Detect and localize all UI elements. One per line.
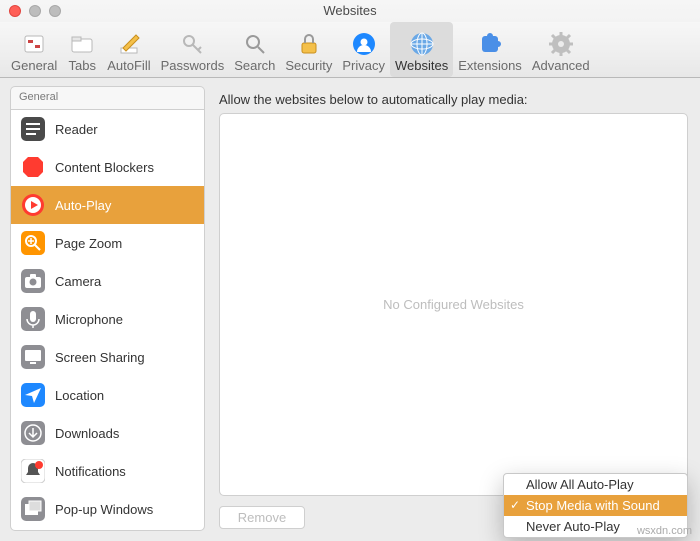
sidebar-item-content-blockers[interactable]: Content Blockers: [11, 148, 204, 186]
sidebar-item-label: Downloads: [55, 426, 119, 441]
sidebar-item-auto-play[interactable]: Auto-Play: [11, 186, 204, 224]
download-icon: [21, 421, 45, 445]
toolbar-privacy[interactable]: Privacy: [337, 22, 390, 77]
toolbar-label: Security: [285, 58, 332, 73]
reader-icon: [21, 117, 45, 141]
titlebar: Websites: [0, 0, 700, 22]
sidebar-item-page-zoom[interactable]: Page Zoom: [11, 224, 204, 262]
globe-icon: [408, 30, 436, 58]
privacy-icon: [350, 30, 378, 58]
toolbar-label: Tabs: [69, 58, 96, 73]
toolbar-general[interactable]: General: [6, 22, 62, 77]
sidebar-item-notifications[interactable]: Notifications: [11, 452, 204, 490]
puzzle-icon: [476, 30, 504, 58]
main-heading: Allow the websites below to automaticall…: [219, 92, 688, 107]
sidebar-item-screen-sharing[interactable]: Screen Sharing: [11, 338, 204, 376]
sidebar-item-downloads[interactable]: Downloads: [11, 414, 204, 452]
play-icon: [21, 193, 45, 217]
website-list: No Configured Websites: [219, 113, 688, 496]
mic-icon: [21, 307, 45, 331]
switch-icon: [20, 30, 48, 58]
sidebar-item-label: Notifications: [55, 464, 126, 479]
remove-button[interactable]: Remove: [219, 506, 305, 529]
toolbar-label: Search: [234, 58, 275, 73]
toolbar-label: Advanced: [532, 58, 590, 73]
sidebar-item-label: Auto-Play: [55, 198, 111, 213]
main-panel: Allow the websites below to automaticall…: [205, 78, 700, 541]
key-icon: [178, 30, 206, 58]
toolbar-search[interactable]: Search: [229, 22, 280, 77]
sidebar-item-microphone[interactable]: Microphone: [11, 300, 204, 338]
sidebar-item-label: Screen Sharing: [55, 350, 145, 365]
toolbar-autofill[interactable]: AutoFill: [102, 22, 155, 77]
gear-icon: [547, 30, 575, 58]
toolbar: General Tabs AutoFill Passwords Search Securi…: [0, 22, 700, 78]
toolbar-tabs[interactable]: Tabs: [62, 22, 102, 77]
toolbar-advanced[interactable]: Advanced: [527, 22, 595, 77]
zoom-icon: [21, 231, 45, 255]
toolbar-label: AutoFill: [107, 58, 150, 73]
close-button[interactable]: [9, 5, 21, 17]
sidebar-item-label: Page Zoom: [55, 236, 122, 251]
sidebar-item-label: Pop-up Windows: [55, 502, 153, 517]
toolbar-label: Passwords: [161, 58, 225, 73]
minimize-button[interactable]: [29, 5, 41, 17]
camera-icon: [21, 269, 45, 293]
search-icon: [241, 30, 269, 58]
sidebar-item-label: Reader: [55, 122, 98, 137]
sidebar-item-label: Content Blockers: [55, 160, 154, 175]
stop-icon: [21, 155, 45, 179]
zoom-button[interactable]: [49, 5, 61, 17]
sidebar-item-pop-up-windows[interactable]: Pop-up Windows: [11, 490, 204, 528]
window-controls: [9, 5, 61, 17]
toolbar-websites[interactable]: Websites: [390, 22, 453, 77]
empty-state-text: No Configured Websites: [383, 297, 524, 312]
watermark: wsxdn.com: [637, 525, 692, 537]
tabs-icon: [68, 30, 96, 58]
popup-icon: [21, 497, 45, 521]
sidebar-item-location[interactable]: Location: [11, 376, 204, 414]
bell-icon: [21, 459, 45, 483]
lock-icon: [295, 30, 323, 58]
toolbar-label: Extensions: [458, 58, 522, 73]
sidebar-list: Reader Content Blockers Auto-Play Page Zoom…: [10, 109, 205, 531]
dropdown-option[interactable]: Stop Media with Sound: [504, 495, 687, 516]
sidebar-item-label: Camera: [55, 274, 101, 289]
location-icon: [21, 383, 45, 407]
preferences-window: Websites General Tabs AutoFill Passwords Sea…: [0, 0, 700, 541]
sidebar-item-label: Location: [55, 388, 104, 403]
toolbar-security[interactable]: Security: [280, 22, 337, 77]
toolbar-passwords[interactable]: Passwords: [156, 22, 230, 77]
sidebar-item-reader[interactable]: Reader: [11, 110, 204, 148]
pencil-icon: [115, 30, 143, 58]
dropdown-option[interactable]: Allow All Auto-Play: [504, 474, 687, 495]
toolbar-label: Websites: [395, 58, 448, 73]
content: General Reader Content Blockers Auto-Play P…: [0, 78, 700, 541]
sidebar-item-camera[interactable]: Camera: [11, 262, 204, 300]
sidebar: General Reader Content Blockers Auto-Play P…: [10, 86, 205, 531]
window-title: Websites: [323, 3, 376, 18]
sidebar-item-label: Microphone: [55, 312, 123, 327]
sidebar-header: General: [10, 86, 205, 109]
toolbar-label: Privacy: [342, 58, 385, 73]
toolbar-extensions[interactable]: Extensions: [453, 22, 527, 77]
toolbar-label: General: [11, 58, 57, 73]
screen-icon: [21, 345, 45, 369]
